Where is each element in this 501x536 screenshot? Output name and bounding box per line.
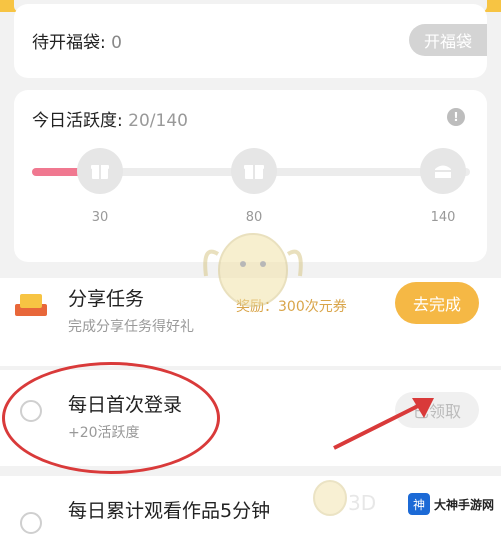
milestone-30-gift-icon[interactable] bbox=[77, 148, 123, 194]
share-task-go-button[interactable]: 去完成 bbox=[395, 282, 479, 324]
milestone-140-label: 140 bbox=[430, 210, 456, 225]
activity-label: 今日活跃度: 20/140 bbox=[32, 106, 188, 131]
share-task-title: 分享任务 bbox=[68, 288, 145, 310]
watermark-3d-logo: 3D bbox=[310, 470, 390, 524]
mascot-watermark-icon bbox=[203, 233, 303, 307]
open-lucky-bag-button[interactable]: 开福袋 bbox=[409, 24, 487, 56]
milestone-80-gift-icon[interactable] bbox=[231, 148, 277, 194]
site-badge: 神 大神手游网 bbox=[402, 484, 501, 524]
activity-title: 今日活跃度: bbox=[32, 111, 123, 131]
lucky-bag-card: 待开福袋: 0 开福袋 bbox=[14, 4, 487, 78]
pending-bags-count: 0 bbox=[111, 33, 122, 53]
info-icon[interactable]: ! bbox=[447, 108, 465, 126]
pending-bags-label: 待开福袋: 0 bbox=[32, 28, 122, 53]
watch-task-title: 每日累计观看作品5分钟 bbox=[68, 500, 271, 522]
red-arrow-icon bbox=[333, 398, 434, 450]
pending-bags-text: 待开福袋: bbox=[32, 33, 106, 53]
watch-status-icon bbox=[20, 512, 42, 534]
milestone-140-chest-icon[interactable] bbox=[420, 148, 466, 194]
red-highlight-ellipse bbox=[2, 362, 220, 474]
site-name: 大神手游网 bbox=[434, 497, 495, 512]
share-task-subtitle: 完成分享任务得好礼 bbox=[68, 319, 194, 335]
milestone-30-label: 30 bbox=[91, 210, 109, 225]
site-logo-icon: 神 bbox=[408, 493, 430, 515]
activity-value: 20/140 bbox=[128, 111, 188, 131]
share-coupon-icon bbox=[15, 294, 47, 316]
svg-text:3D: 3D bbox=[348, 491, 376, 515]
